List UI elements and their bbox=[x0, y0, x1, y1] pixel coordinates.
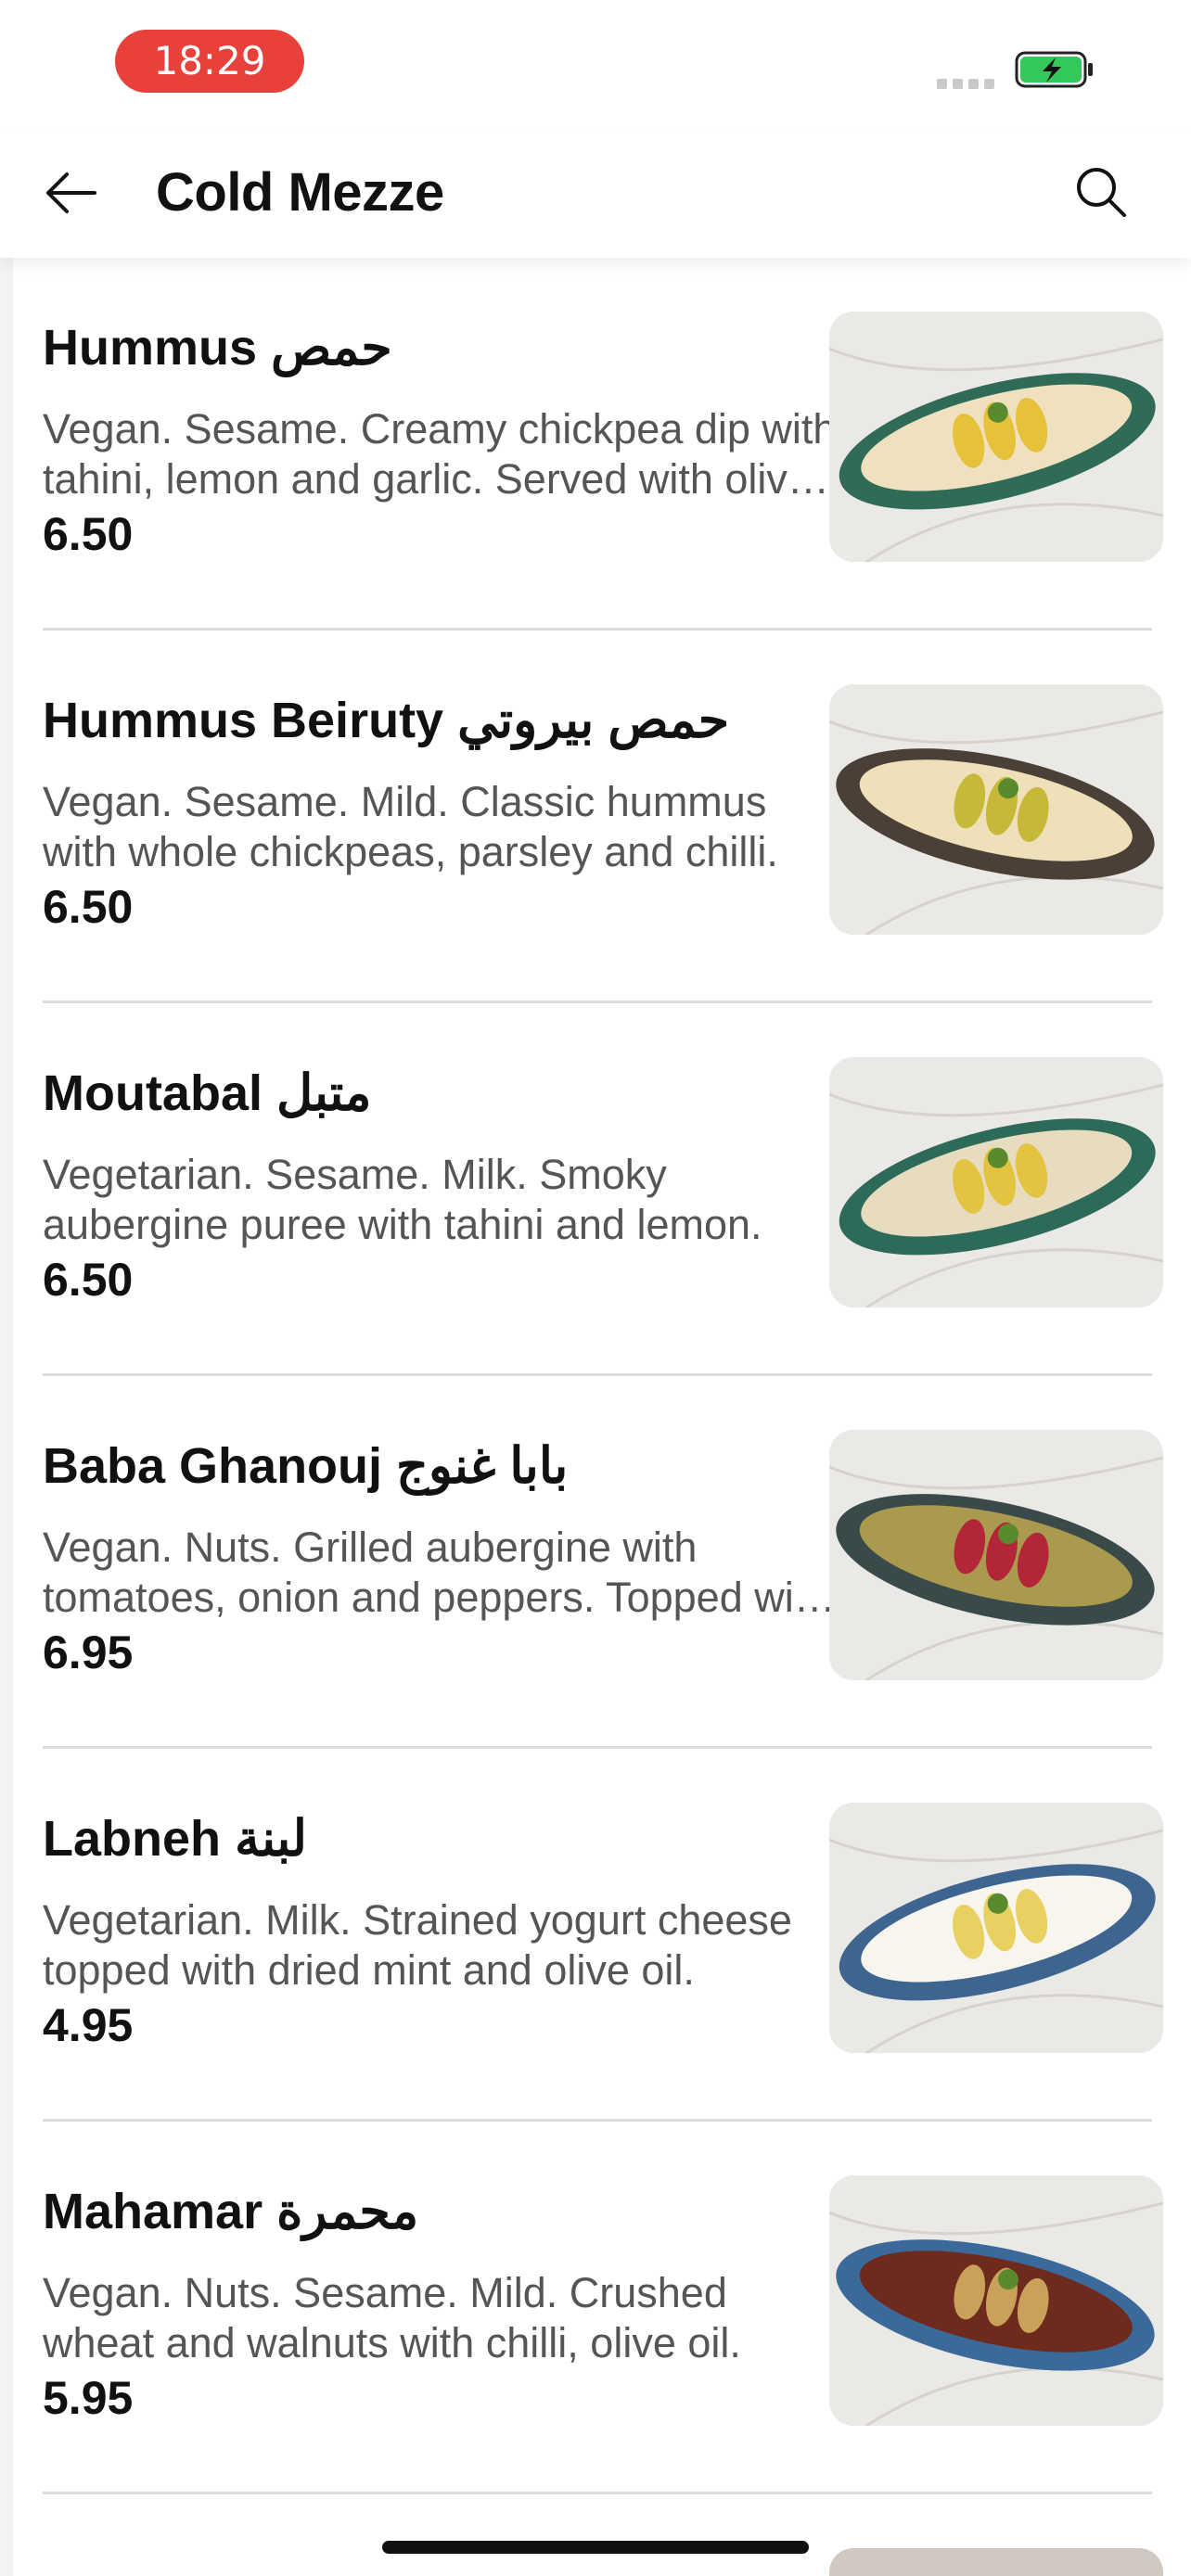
item-photo bbox=[829, 1430, 1163, 1680]
item-description: Vegan. Sesame. Creamy chickpea dip with … bbox=[43, 405, 837, 503]
status-bar: 18:29 bbox=[0, 0, 1191, 130]
page-title: Cold Mezze bbox=[156, 162, 444, 223]
item-photo bbox=[829, 312, 1163, 562]
back-button[interactable] bbox=[37, 159, 104, 226]
item-price: 4.95 bbox=[43, 1999, 134, 2051]
search-icon bbox=[1077, 168, 1126, 217]
item-name: Hummus Beiruty حمص بيروتي bbox=[43, 693, 730, 748]
divider bbox=[43, 2492, 1152, 2494]
item-photo bbox=[829, 684, 1163, 935]
signal-icon bbox=[937, 79, 994, 90]
arrow-left-icon bbox=[46, 172, 96, 213]
item-photo bbox=[829, 1803, 1163, 2053]
menu-item[interactable]: Hummus Beiruty حمص بيروتي Vegan. Sesame.… bbox=[13, 631, 1191, 1003]
battery-charging-icon bbox=[1015, 51, 1095, 88]
item-photo-partial bbox=[829, 2548, 1163, 2576]
menu-item[interactable]: Moutabal متبل Vegetarian. Sesame. Milk. … bbox=[13, 1003, 1191, 1376]
item-photo bbox=[829, 2175, 1163, 2426]
item-description: Vegan. Nuts. Sesame. Mild. Crushed wheat… bbox=[43, 2269, 741, 2366]
item-price: 5.95 bbox=[43, 2372, 134, 2424]
search-button[interactable] bbox=[1067, 158, 1135, 226]
menu-item-list: Hummus حمص Vegan. Sesame. Creamy chickpe… bbox=[13, 258, 1191, 2576]
item-price: 6.50 bbox=[43, 1254, 134, 1306]
item-name: Mahamar محمرة bbox=[43, 2184, 419, 2239]
item-name: Hummus حمص bbox=[43, 320, 392, 376]
item-photo bbox=[829, 1057, 1163, 1307]
menu-item[interactable]: Baba Ghanouj بابا غنوج Vegan. Nuts. Gril… bbox=[13, 1376, 1191, 1749]
item-description: Vegan. Nuts. Grilled aubergine with toma… bbox=[43, 1524, 829, 1621]
status-time: 18:29 bbox=[115, 30, 304, 93]
item-price: 6.95 bbox=[43, 1626, 134, 1678]
item-name: Labneh لبنة bbox=[43, 1811, 308, 1867]
item-name: Baba Ghanouj بابا غنوج bbox=[43, 1438, 569, 1494]
home-indicator bbox=[382, 2541, 809, 2554]
app-header: Cold Mezze bbox=[0, 130, 1191, 258]
menu-item[interactable]: Hummus حمص Vegan. Sesame. Creamy chickpe… bbox=[13, 258, 1191, 631]
item-description: Vegan. Sesame. Mild. Classic hummus with… bbox=[43, 778, 778, 875]
item-description: Vegetarian. Milk. Strained yogurt cheese… bbox=[43, 1896, 792, 1994]
menu-item[interactable]: Mahamar محمرة Vegan. Nuts. Sesame. Mild.… bbox=[13, 2122, 1191, 2494]
item-price: 6.50 bbox=[43, 508, 134, 560]
item-description: Vegetarian. Sesame. Milk. Smoky aubergin… bbox=[43, 1151, 762, 1248]
menu-item[interactable]: Labneh لبنة Vegetarian. Milk. Strained y… bbox=[13, 1749, 1191, 2122]
item-name: Moutabal متبل bbox=[43, 1065, 372, 1121]
item-price: 6.50 bbox=[43, 881, 134, 933]
